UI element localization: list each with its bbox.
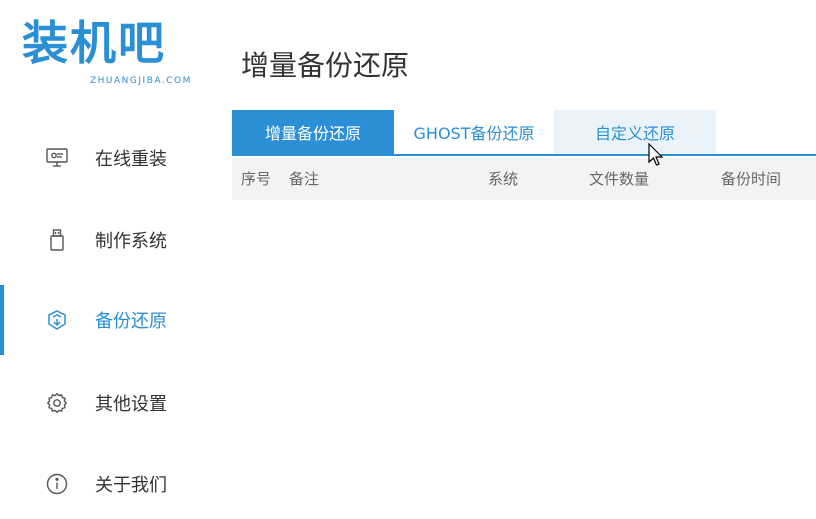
usb-drive-icon xyxy=(44,227,70,253)
gear-icon xyxy=(44,390,70,416)
sidebar-item-label: 制作系统 xyxy=(95,231,167,252)
column-header-system: 系统 xyxy=(488,170,519,188)
column-header-backup-time: 备份时间 xyxy=(721,170,782,188)
sidebar-item-online-reinstall[interactable]: 在线重装 xyxy=(0,123,218,193)
page-title: 增量备份还原 xyxy=(241,49,410,82)
sidebar-item-label: 备份还原 xyxy=(95,311,167,332)
mouse-cursor-icon xyxy=(648,142,664,171)
tab-underline xyxy=(232,154,816,156)
sidebar-item-make-system[interactable]: 制作系统 xyxy=(0,205,218,275)
sidebar-item-other-settings[interactable]: 其他设置 xyxy=(0,368,218,438)
logo-text: 装机吧 xyxy=(22,16,166,70)
logo-subtext: ZHUANGJIBA.COM xyxy=(90,76,192,86)
column-header-index: 序号 xyxy=(241,170,272,188)
tab-bar: 增量备份还原 GHOST备份还原 自定义还原 xyxy=(232,110,816,154)
backup-restore-icon xyxy=(44,307,70,333)
logo: 装机吧 ZHUANGJIBA.COM xyxy=(22,14,212,94)
monitor-icon xyxy=(44,145,70,171)
tab-ghost-backup[interactable]: GHOST备份还原 xyxy=(394,110,554,154)
tab-incremental-backup[interactable]: 增量备份还原 xyxy=(232,110,394,154)
column-header-file-count: 文件数量 xyxy=(589,170,650,188)
tab-custom-restore[interactable]: 自定义还原 xyxy=(554,110,716,154)
info-icon xyxy=(44,471,70,497)
sidebar: 装机吧 ZHUANGJIBA.COM 在线重装 制作系统 备份还原 其他设置 关… xyxy=(0,0,218,509)
sidebar-item-label: 其他设置 xyxy=(95,394,167,415)
sidebar-item-label: 在线重装 xyxy=(95,149,167,170)
sidebar-item-backup-restore[interactable]: 备份还原 xyxy=(0,285,218,355)
column-header-note: 备注 xyxy=(289,170,320,188)
sidebar-item-label: 关于我们 xyxy=(95,475,167,496)
table-header: 序号 备注 系统 文件数量 备份时间 xyxy=(232,158,816,200)
